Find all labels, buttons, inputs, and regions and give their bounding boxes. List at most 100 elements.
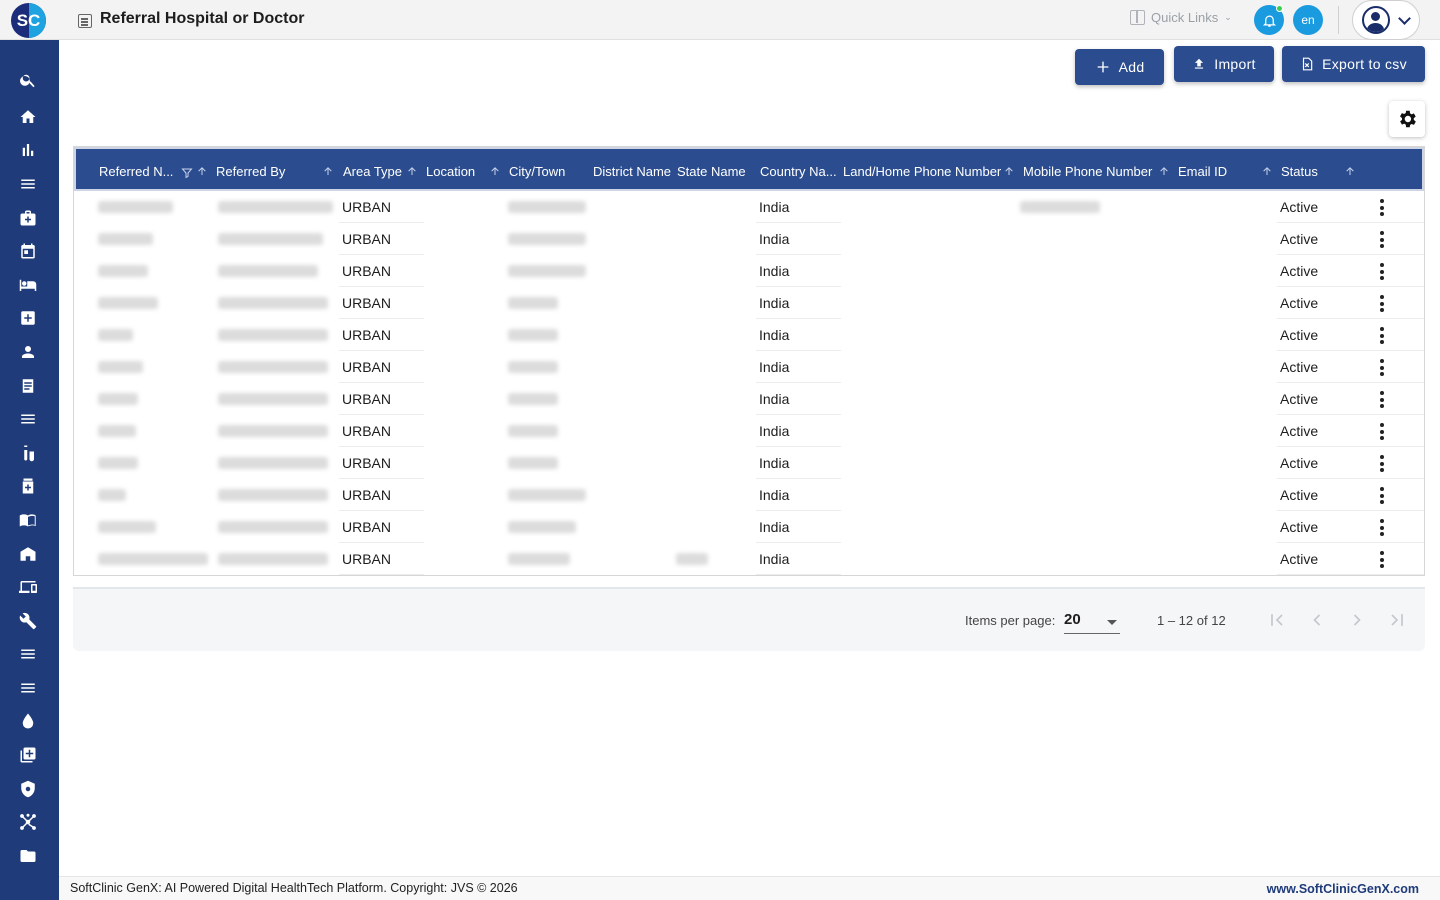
column-header-location[interactable]: Location	[426, 164, 475, 179]
quick-links-label: Quick Links	[1151, 10, 1219, 25]
sort-arrow-icon[interactable]	[1261, 164, 1273, 178]
redacted-referred-by	[218, 489, 328, 501]
first-page-icon[interactable]	[1267, 610, 1287, 630]
last-page-icon[interactable]	[1387, 610, 1407, 630]
table-row[interactable]: URBAN India Active	[74, 511, 1424, 543]
column-header-status[interactable]: Status	[1281, 164, 1318, 179]
store-icon[interactable]	[18, 544, 38, 564]
redacted-referred-name	[98, 425, 136, 437]
table-row[interactable]: URBAN India Active	[74, 415, 1424, 447]
document-icon[interactable]	[18, 376, 38, 396]
dropdown-caret-icon[interactable]	[1107, 620, 1117, 625]
blood-drop-icon[interactable]	[18, 711, 38, 731]
sort-arrow-icon[interactable]	[406, 164, 418, 178]
table-row[interactable]: URBAN India Active	[74, 287, 1424, 319]
menu-icon[interactable]	[18, 678, 38, 698]
column-header-city-town[interactable]: City/Town	[509, 164, 565, 179]
plus-icon	[1097, 61, 1108, 73]
lab-icon[interactable]	[18, 443, 38, 463]
table-row[interactable]: URBAN India Active	[74, 447, 1424, 479]
sort-arrow-icon[interactable]	[196, 164, 208, 178]
table-row[interactable]: URBAN India Active	[74, 543, 1424, 575]
import-button[interactable]: Import	[1174, 46, 1274, 82]
medical-plus-icon[interactable]	[18, 308, 38, 328]
column-header-country-name[interactable]: Country Na...	[760, 164, 837, 179]
table-row[interactable]: URBAN India Active	[74, 191, 1424, 223]
app-logo[interactable]: SC	[11, 3, 46, 38]
redacted-city-town	[508, 489, 586, 501]
page-icon	[78, 14, 92, 28]
row-actions-kebab-icon[interactable]	[1380, 391, 1384, 408]
search-icon[interactable]	[18, 70, 38, 90]
row-actions-kebab-icon[interactable]	[1380, 423, 1384, 440]
column-header-state-name[interactable]: State Name	[677, 164, 746, 179]
shield-icon[interactable]	[18, 779, 38, 799]
medical-bag-icon[interactable]	[18, 208, 38, 228]
items-per-page-select[interactable]: 20	[1064, 611, 1081, 628]
status-cell: Active	[1280, 199, 1319, 215]
sort-arrow-icon[interactable]	[1344, 164, 1356, 178]
hub-icon[interactable]	[18, 812, 38, 832]
row-actions-kebab-icon[interactable]	[1380, 551, 1384, 568]
pharmacy-icon[interactable]	[18, 476, 38, 496]
add-button[interactable]: Add	[1075, 49, 1164, 85]
table-row[interactable]: URBAN India Active	[74, 351, 1424, 383]
footer-copyright: SoftClinic GenX: AI Powered Digital Heal…	[70, 881, 518, 895]
column-header-referred-by[interactable]: Referred By	[216, 164, 285, 179]
sidebar	[0, 40, 59, 900]
column-header-email-id[interactable]: Email ID	[1178, 164, 1227, 179]
sort-arrow-icon[interactable]	[1003, 164, 1015, 178]
table-row[interactable]: URBAN India Active	[74, 319, 1424, 351]
column-header-land-phone[interactable]: Land/Home Phone Number	[843, 164, 1001, 179]
table-row[interactable]: URBAN India Active	[74, 383, 1424, 415]
footer-website-link[interactable]: www.SoftClinicGenX.com	[1267, 882, 1419, 896]
row-actions-kebab-icon[interactable]	[1380, 231, 1384, 248]
row-actions-kebab-icon[interactable]	[1380, 359, 1384, 376]
redacted-city-town	[508, 201, 586, 213]
bed-icon[interactable]	[18, 275, 38, 295]
row-actions-kebab-icon[interactable]	[1380, 327, 1384, 344]
row-actions-kebab-icon[interactable]	[1380, 295, 1384, 312]
add-box-icon[interactable]	[18, 745, 38, 765]
table-row[interactable]: URBAN India Active	[74, 255, 1424, 287]
sort-arrow-icon[interactable]	[1158, 164, 1170, 178]
bar-chart-icon[interactable]	[18, 140, 38, 160]
row-actions-kebab-icon[interactable]	[1380, 263, 1384, 280]
home-icon[interactable]	[18, 107, 38, 127]
row-actions-kebab-icon[interactable]	[1380, 199, 1384, 216]
table-settings-button[interactable]	[1389, 101, 1425, 137]
sort-arrow-icon[interactable]	[322, 164, 334, 178]
filter-icon[interactable]	[181, 166, 193, 179]
column-header-referred-name[interactable]: Referred N...	[99, 164, 173, 179]
person-icon[interactable]	[18, 342, 38, 362]
next-page-icon[interactable]	[1347, 610, 1367, 630]
menu-icon[interactable]	[18, 409, 38, 429]
page-range-label: 1 – 12 of 12	[1157, 613, 1226, 628]
country-cell: India	[759, 551, 790, 567]
book-icon[interactable]	[18, 510, 38, 530]
row-actions-kebab-icon[interactable]	[1380, 487, 1384, 504]
folder-icon[interactable]	[18, 846, 38, 866]
redacted-referred-by	[218, 361, 328, 373]
menu-icon[interactable]	[18, 644, 38, 664]
column-header-district-name[interactable]: District Name	[593, 164, 671, 179]
column-header-mobile-phone[interactable]: Mobile Phone Number	[1023, 164, 1152, 179]
language-button[interactable]: en	[1293, 5, 1323, 35]
calendar-icon[interactable]	[18, 241, 38, 261]
export-csv-button[interactable]: Export to csv	[1282, 46, 1425, 82]
wrench-icon[interactable]	[18, 611, 38, 631]
country-cell: India	[759, 231, 790, 247]
redacted-referred-name	[98, 457, 138, 469]
sort-arrow-icon[interactable]	[489, 164, 501, 178]
menu-icon[interactable]	[18, 174, 38, 194]
table-header-row: Referred N... Referred By Area Type Loca…	[74, 147, 1424, 191]
row-actions-kebab-icon[interactable]	[1380, 519, 1384, 536]
column-header-area-type[interactable]: Area Type	[343, 164, 402, 179]
quick-links-menu[interactable]: Quick Links ⌄	[1130, 10, 1232, 25]
table-row[interactable]: URBAN India Active	[74, 479, 1424, 511]
previous-page-icon[interactable]	[1307, 610, 1327, 630]
devices-icon[interactable]	[18, 577, 38, 597]
table-row[interactable]: URBAN India Active	[74, 223, 1424, 255]
row-actions-kebab-icon[interactable]	[1380, 455, 1384, 472]
profile-menu[interactable]	[1352, 0, 1420, 40]
